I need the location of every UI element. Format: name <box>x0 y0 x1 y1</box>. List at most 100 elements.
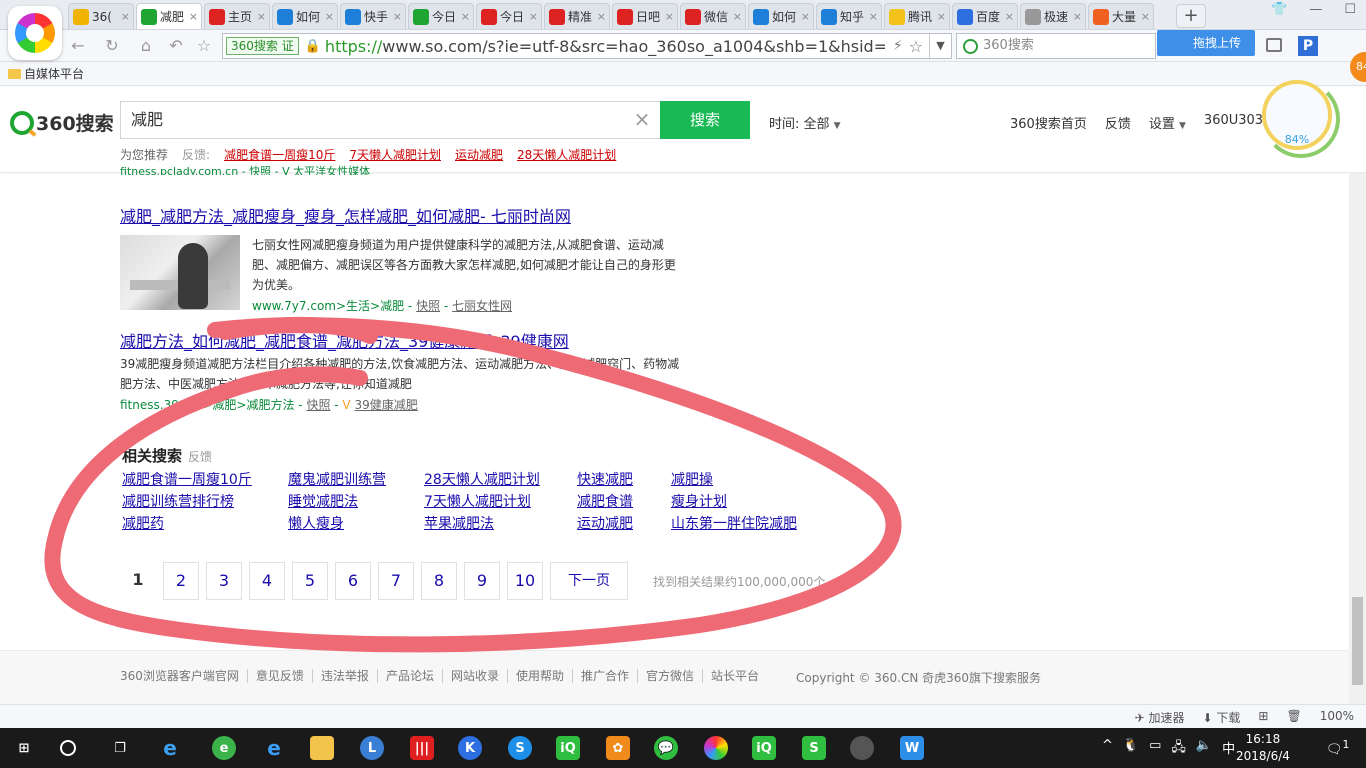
browser-search-input[interactable]: 360搜索 <box>956 33 1156 59</box>
footer-link[interactable]: 违法举报 <box>311 669 377 683</box>
search-input[interactable]: 减肥 <box>120 101 661 139</box>
recommend-feedback[interactable]: 反馈: <box>182 146 210 163</box>
zoom-control[interactable]: 100% <box>1320 709 1354 726</box>
related-link[interactable]: 苹果减肥法 <box>424 513 540 535</box>
plugin-p-icon[interactable]: P <box>1298 36 1318 56</box>
recommend-link[interactable]: 28天懒人减肥计划 <box>517 146 616 163</box>
browser-tab[interactable]: 微信 × <box>680 3 746 29</box>
related-link[interactable]: 快速减肥 <box>577 469 633 491</box>
close-icon[interactable]: × <box>937 10 946 23</box>
browser-tab[interactable]: 精准 × <box>544 3 610 29</box>
refresh-icon[interactable]: ↻ <box>102 36 122 55</box>
tray-expand-icon[interactable]: ^ <box>1102 738 1113 760</box>
settings-link[interactable]: 设置 ▼ <box>1149 113 1186 132</box>
recommend-link[interactable]: 7天懒人减肥计划 <box>349 146 441 163</box>
browser-tab[interactable]: 腾讯 × <box>884 3 950 29</box>
page-link[interactable]: 3 <box>206 562 242 600</box>
close-icon[interactable]: × <box>189 10 198 23</box>
page-link[interactable]: 10 <box>507 562 543 600</box>
browser-tab[interactable]: 今日 × <box>476 3 542 29</box>
time-filter[interactable]: 时间: 全部 ▼ <box>769 113 841 132</box>
footer-link[interactable]: 360浏览器客户端官网 <box>120 669 247 683</box>
close-icon[interactable]: × <box>597 10 606 23</box>
close-icon[interactable]: × <box>733 10 742 23</box>
undo-icon[interactable]: ↶ <box>166 36 186 55</box>
recommend-link[interactable]: 运动减肥 <box>455 146 503 163</box>
related-link[interactable]: 运动减肥 <box>577 513 633 535</box>
battery-icon[interactable]: ▭ <box>1149 738 1161 760</box>
clear-icon[interactable]: × <box>632 109 652 129</box>
related-link[interactable]: 山东第一胖住院减肥 <box>671 513 797 535</box>
related-link[interactable]: 减肥食谱 <box>577 491 633 513</box>
page-link[interactable]: 2 <box>163 562 199 600</box>
browser-360-icon[interactable] <box>704 736 728 760</box>
task-view-icon[interactable]: ❐ <box>108 736 132 760</box>
bookmark-star-icon[interactable]: ☆ <box>909 37 923 56</box>
footer-link[interactable]: 使用帮助 <box>506 669 572 683</box>
footer-link[interactable]: 站长平台 <box>702 669 767 683</box>
download-button[interactable]: ⬇ 下载 <box>1202 709 1240 726</box>
source-link[interactable]: 39健康减肥 <box>354 398 417 412</box>
screenshot-icon[interactable]: ⊞ <box>1258 709 1268 726</box>
home-icon[interactable]: ⌂ <box>136 36 156 55</box>
browser-tab[interactable]: 减肥 × <box>136 3 202 29</box>
snapshot-link[interactable]: 快照 <box>306 398 330 412</box>
browser-green-icon[interactable]: e <box>212 736 236 760</box>
snapshot-link[interactable]: 快照 <box>416 299 440 313</box>
result-title[interactable]: 减肥方法_如何减肥_减肥食谱_减肥方法_39健康减肥_39健康网 <box>120 328 680 352</box>
page-link[interactable]: 5 <box>292 562 328 600</box>
app-k-icon[interactable]: K <box>458 736 482 760</box>
browser-tab[interactable]: 如何 × <box>748 3 814 29</box>
page-link[interactable]: 9 <box>464 562 500 600</box>
home-link[interactable]: 360搜索首页 <box>1010 113 1087 132</box>
app-red-icon[interactable]: ||| <box>410 736 434 760</box>
browser-tab[interactable]: 快手 × <box>340 3 406 29</box>
network-icon[interactable]: 🖧 <box>1171 738 1186 760</box>
source-link[interactable]: 七丽女性网 <box>452 299 512 313</box>
windows-start-icon[interactable]: ⊞ <box>12 736 36 760</box>
address-url[interactable]: https://www.so.com/s?ie=utf-8&src=hao_36… <box>325 37 885 56</box>
browser-tab[interactable]: 今日 × <box>408 3 474 29</box>
browser-tab[interactable]: 百度 × <box>952 3 1018 29</box>
related-link[interactable]: 7天懒人减肥计划 <box>424 491 540 513</box>
iqiyi-icon[interactable]: iQ <box>556 736 580 760</box>
close-icon[interactable]: × <box>529 10 538 23</box>
cortana-icon[interactable] <box>60 740 76 756</box>
page-link[interactable]: 8 <box>421 562 457 600</box>
close-icon[interactable]: × <box>1005 10 1014 23</box>
close-icon[interactable]: × <box>393 10 402 23</box>
wps-icon[interactable]: W <box>900 736 924 760</box>
footer-link[interactable]: 推广合作 <box>571 669 637 683</box>
qq-tray-icon[interactable]: 🐧 <box>1123 738 1139 760</box>
close-icon[interactable]: × <box>1073 10 1082 23</box>
app-l-icon[interactable]: L <box>360 736 384 760</box>
ie-icon[interactable]: e <box>158 736 182 760</box>
browser-tab[interactable]: 极速 × <box>1020 3 1086 29</box>
app-orange-icon[interactable]: ✿ <box>606 736 630 760</box>
result-url[interactable]: www.7y7.com>生活>减肥 <box>252 299 404 313</box>
back-icon[interactable]: ← <box>68 36 88 55</box>
wechat-icon[interactable]: 💬 <box>654 736 678 760</box>
apps-icon[interactable] <box>1266 38 1282 52</box>
related-link[interactable]: 瘦身计划 <box>671 491 797 513</box>
related-link[interactable]: 减肥药 <box>122 513 252 535</box>
close-icon[interactable]: × <box>1141 10 1150 23</box>
browser-tab[interactable]: 大量 × <box>1088 3 1154 29</box>
volume-icon[interactable]: 🔈 <box>1196 738 1212 760</box>
address-bar[interactable]: 360搜索 证 🔒 https://www.so.com/s?ie=utf-8&… <box>222 33 952 59</box>
notification-center-icon[interactable]: 🗨1 <box>1326 738 1349 757</box>
maximize-button[interactable]: ☐ <box>1344 0 1356 20</box>
bookmark-item[interactable]: 自媒体平台 <box>24 67 84 81</box>
result-title[interactable]: 减肥_减肥方法_减肥瘦身_瘦身_怎样减肥_如何减肥- 七丽时尚网 <box>120 203 680 227</box>
feedback-link[interactable]: 反馈 <box>1105 113 1131 132</box>
skin-icon[interactable]: 👕 <box>1271 0 1287 20</box>
footer-link[interactable]: 网站收录 <box>441 669 507 683</box>
browser-tab[interactable]: 如何 × <box>272 3 338 29</box>
related-link[interactable]: 魔鬼减肥训练营 <box>288 469 386 491</box>
related-link[interactable]: 睡觉减肥法 <box>288 491 386 513</box>
page-link[interactable]: 7 <box>378 562 414 600</box>
speed-ball-widget[interactable]: 84% <box>1262 80 1340 158</box>
browser-tab[interactable]: 日吧 × <box>612 3 678 29</box>
minimize-button[interactable]: — <box>1309 0 1322 20</box>
related-link[interactable]: 懒人瘦身 <box>288 513 386 535</box>
